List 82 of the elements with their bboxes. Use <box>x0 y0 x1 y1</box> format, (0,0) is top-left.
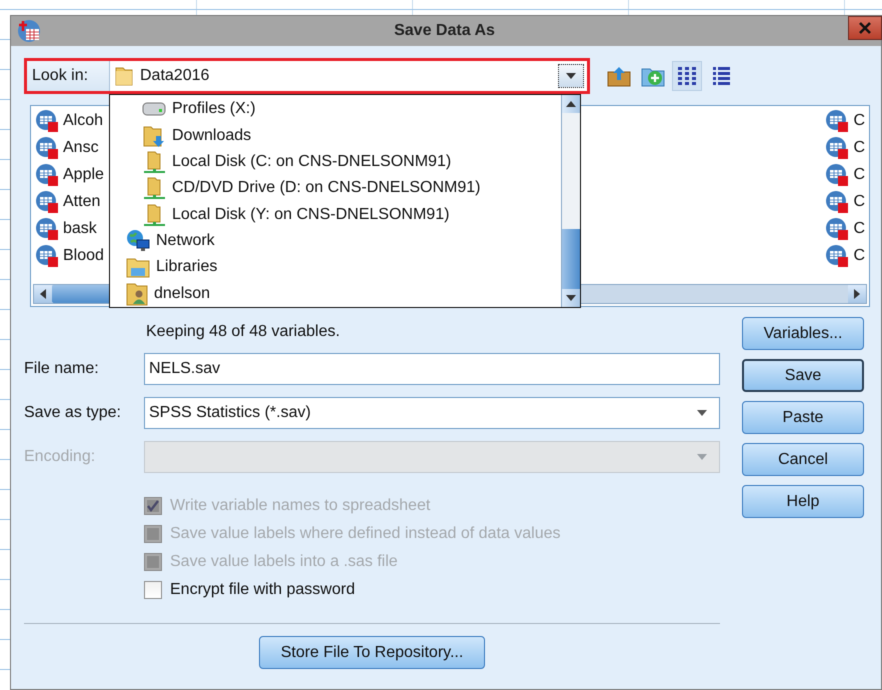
checkbox-label: Encrypt file with password <box>170 581 355 599</box>
scroll-arrow-icon <box>40 289 46 299</box>
field-label: Encoding: <box>24 448 96 466</box>
dropdown-toggle[interactable] <box>558 64 584 88</box>
location-item[interactable]: Network <box>156 232 215 250</box>
scroll-arrow-icon <box>566 101 576 107</box>
window-title: Save Data As <box>393 22 496 40</box>
folder-download-icon <box>142 124 166 148</box>
vertical-scrollbar[interactable] <box>561 95 580 307</box>
close-button[interactable] <box>848 16 882 40</box>
file-name[interactable]: Alcoh <box>63 112 104 130</box>
repository-button[interactable]: Store File To Repository... <box>259 636 485 669</box>
dialog-button[interactable]: Variables... <box>742 317 864 350</box>
file-name[interactable]: C <box>853 220 865 238</box>
dialog-button[interactable]: Help <box>742 485 864 518</box>
location-item[interactable]: Profiles (X:) <box>172 100 256 118</box>
location-item[interactable]: Libraries <box>156 258 218 276</box>
check-icon <box>146 499 160 513</box>
file-name[interactable]: Ansc <box>63 138 99 156</box>
data-file-icon <box>35 244 59 268</box>
caret-icon <box>566 295 576 301</box>
data-file-icon <box>35 108 59 132</box>
status-text: Keeping 48 of 48 variables. <box>146 323 341 341</box>
toolbar-button[interactable] <box>672 61 702 91</box>
caret-icon <box>697 454 707 460</box>
look-in-label: Look in: <box>31 66 90 86</box>
data-file-icon <box>825 216 850 240</box>
dialog-button[interactable]: Save <box>742 359 864 392</box>
shared-folder-icon <box>142 176 166 200</box>
folder-up-icon <box>607 65 631 87</box>
location-item[interactable]: dnelson <box>154 284 210 303</box>
data-file-icon <box>35 162 59 186</box>
dropdown-value: SPSS Statistics (*.sav) <box>148 404 312 422</box>
data-file-icon <box>825 190 850 214</box>
location-item[interactable]: CD/DVD Drive (D: on CNS-DNELSONM91) <box>172 179 480 198</box>
file-name[interactable]: bask <box>63 220 97 238</box>
checkbox-label: Save value labels where defined instead of data values <box>170 525 560 543</box>
file-name[interactable]: C <box>853 138 865 156</box>
caret-icon <box>697 410 707 416</box>
type-dropdown[interactable]: SPSS Statistics (*.sav) <box>144 397 720 429</box>
field-label: File name: <box>24 360 100 378</box>
scroll-thumb[interactable] <box>52 285 112 303</box>
look-in-value: Data2016 <box>140 67 210 85</box>
data-file-icon <box>35 216 59 240</box>
data-file-icon <box>35 136 59 160</box>
grid-view-icon <box>676 65 698 87</box>
drive-icon <box>142 102 166 116</box>
file-name[interactable]: C <box>853 112 865 130</box>
field-label: Save as type: <box>24 404 122 422</box>
data-file-icon <box>825 162 850 186</box>
look-in-dropdown[interactable]: Data2016 <box>109 61 587 91</box>
checkbox[interactable] <box>144 581 162 599</box>
file-name[interactable]: C <box>853 166 865 184</box>
close-icon <box>859 22 871 34</box>
app-icon <box>17 19 41 43</box>
data-file-icon <box>825 136 850 160</box>
shared-folder-icon <box>142 150 166 174</box>
location-item[interactable]: Local Disk (C: on CNS-DNELSONM91) <box>172 152 452 171</box>
file-name[interactable]: C <box>853 246 865 264</box>
network-icon <box>126 229 150 254</box>
location-item[interactable]: Local Disk (Y: on CNS-DNELSONM91) <box>172 206 450 224</box>
folder-icon <box>114 65 134 87</box>
file-name[interactable]: Atten <box>63 192 100 210</box>
data-file-icon <box>825 108 850 132</box>
scroll-thumb[interactable] <box>562 229 580 289</box>
dialog-button[interactable]: Paste <box>742 401 864 434</box>
list-view-icon <box>710 65 732 87</box>
checkbox-label: Write variable names to spreadsheet <box>170 497 430 515</box>
file-name-field[interactable]: NELS.sav <box>144 353 720 385</box>
dialog-button[interactable]: Cancel <box>742 443 864 476</box>
user-folder-icon <box>126 282 148 306</box>
file-name[interactable]: Blood <box>63 246 104 264</box>
file-name[interactable]: C <box>853 192 865 210</box>
location-item[interactable]: Downloads <box>172 126 252 145</box>
library-folder-icon <box>126 256 150 278</box>
caret-icon <box>566 73 576 79</box>
scroll-arrow-icon <box>854 289 860 299</box>
data-file-icon <box>35 190 59 214</box>
shared-folder-icon <box>142 202 166 227</box>
checkbox-label: Save value labels into a .sas file <box>170 553 398 571</box>
data-file-icon <box>825 244 850 268</box>
file-name[interactable]: Apple <box>63 166 104 184</box>
